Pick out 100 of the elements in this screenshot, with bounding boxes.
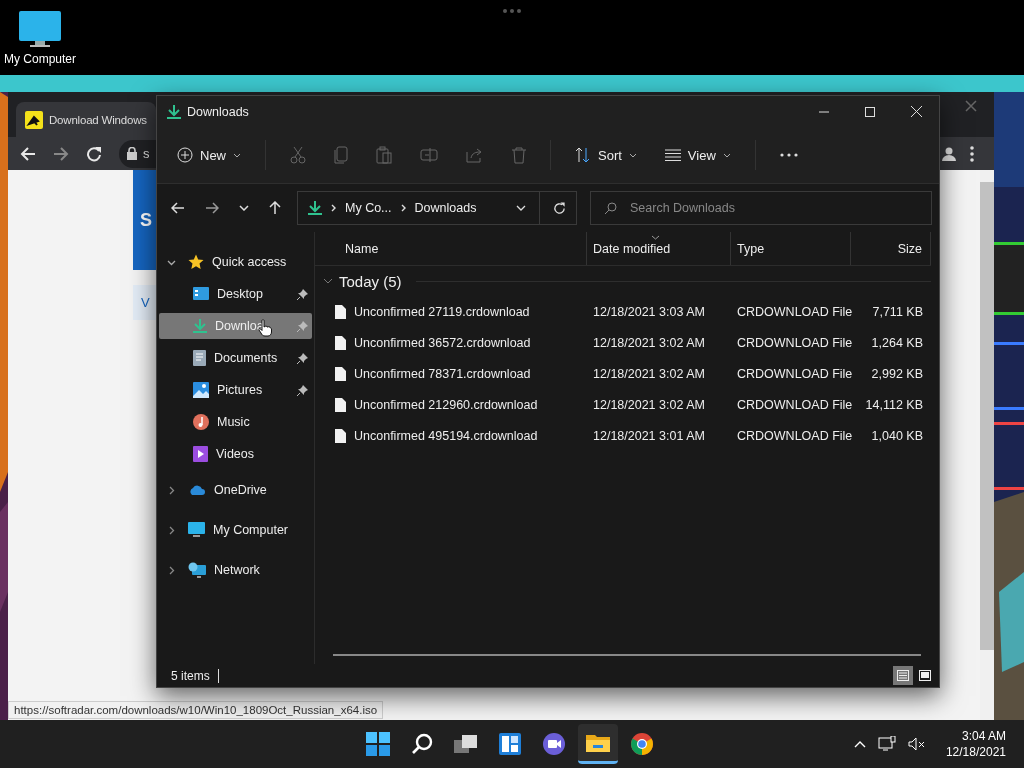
column-header[interactable]: Name	[315, 232, 587, 265]
handle-icon[interactable]	[502, 8, 522, 14]
page-link[interactable]: V	[141, 295, 150, 310]
search-field[interactable]: Search Downloads	[590, 191, 932, 225]
network-icon[interactable]	[877, 736, 896, 752]
address-bar[interactable]: My Co... Downloads	[297, 191, 577, 225]
close-icon[interactable]	[965, 100, 977, 112]
nav-item[interactable]: OneDrive	[157, 470, 314, 510]
file-name[interactable]: Unconfirmed 36572.crdownload	[354, 335, 531, 350]
file-icon	[335, 428, 346, 443]
chevron-icon[interactable]	[167, 485, 176, 495]
chevron-icon[interactable]	[167, 525, 176, 535]
nav-item[interactable]: Desktop	[159, 281, 312, 307]
file-name[interactable]: Unconfirmed 212960.crdownload	[354, 397, 538, 412]
more-icon[interactable]	[779, 153, 798, 157]
back-arrow-icon[interactable]	[171, 202, 185, 214]
nav-item[interactable]: Quick access	[157, 249, 314, 275]
chevron-down-icon[interactable]	[239, 205, 249, 211]
browser-logo-icon	[631, 733, 653, 755]
monitor-icon	[188, 522, 205, 538]
file-name[interactable]: Unconfirmed 495194.crdownload	[354, 428, 538, 443]
chevron-icon[interactable]	[323, 278, 333, 284]
clock[interactable]: 3:04 AM 12/18/2021	[945, 729, 1006, 759]
chevron-icon[interactable]	[167, 565, 176, 575]
desktop-icon	[193, 287, 209, 301]
download-icon	[167, 103, 181, 120]
picture-icon	[193, 382, 209, 398]
plus-circle-icon	[177, 147, 193, 163]
menu-icon[interactable]	[970, 145, 974, 162]
details-icon	[897, 670, 909, 681]
nav-item[interactable]: Network	[157, 550, 314, 590]
trash-icon[interactable]	[512, 146, 526, 164]
forward-arrow-icon[interactable]	[205, 202, 219, 214]
pin-icon[interactable]	[297, 352, 308, 364]
browser-tab[interactable]: Download Windows	[16, 102, 156, 137]
caret-icon	[628, 152, 637, 158]
reload-icon[interactable]	[86, 145, 102, 162]
video-camera-icon	[542, 733, 566, 755]
profile-icon[interactable]	[942, 146, 956, 161]
search-icon	[411, 733, 433, 755]
folder-icon	[586, 732, 610, 753]
table-cell-text: 1,040 KB	[870, 428, 924, 443]
volume-muted-icon[interactable]	[907, 737, 926, 751]
group-header[interactable]: Today (5)	[315, 266, 931, 296]
chevron-right-icon	[400, 204, 406, 212]
breadcrumb-item[interactable]: Downloads	[414, 201, 477, 215]
table-cell-text: 1,264 KB	[870, 335, 924, 350]
clock-time: 3:04 AM	[961, 729, 1006, 743]
window-title: Downloads	[187, 104, 249, 119]
sort-arrows-icon	[575, 147, 591, 163]
file-icon	[335, 366, 346, 381]
search-icon	[604, 202, 617, 215]
star-icon	[188, 254, 204, 270]
table-cell-text: CRDOWNLOAD File	[736, 304, 851, 319]
scrollbar[interactable]	[333, 654, 921, 656]
nav-item[interactable]: My Computer	[157, 510, 314, 550]
sort-button[interactable]: Sort	[575, 143, 637, 167]
new-button[interactable]: New	[177, 143, 241, 167]
lock-icon	[127, 147, 137, 160]
pin-icon[interactable]	[297, 384, 308, 396]
table-cell-text: 7,711 KB	[871, 304, 924, 319]
nav-item[interactable]: Music	[159, 409, 312, 435]
table-cell-text: CRDOWNLOAD File	[736, 366, 851, 381]
refresh-icon[interactable]	[553, 201, 566, 215]
sort-caret-icon	[651, 235, 660, 240]
column-header[interactable]: Size	[851, 232, 931, 265]
cut-icon[interactable]	[290, 146, 306, 164]
nav-item[interactable]: Pictures	[159, 377, 312, 403]
file-name[interactable]: Unconfirmed 78371.crdownload	[354, 366, 531, 381]
download-icon	[308, 200, 322, 216]
file-name[interactable]: Unconfirmed 27119.crdownload	[354, 304, 530, 319]
column-header[interactable]: Type	[731, 232, 851, 265]
chevron-down-icon[interactable]	[516, 205, 526, 211]
up-arrow-icon[interactable]	[269, 201, 281, 215]
chevron-up-icon[interactable]	[853, 740, 866, 748]
pin-icon[interactable]	[297, 288, 308, 300]
clock-date: 12/18/2021	[945, 745, 1006, 759]
video-icon	[193, 446, 208, 462]
back-arrow-icon[interactable]	[20, 145, 36, 162]
address-field[interactable]: s	[119, 139, 156, 168]
table-cell-text: 12/18/2021 3:03 AM	[592, 304, 706, 319]
details-view-button[interactable]	[893, 666, 913, 685]
table-cell-text: CRDOWNLOAD File	[736, 428, 851, 443]
table-cell-text: 12/18/2021 3:01 AM	[592, 428, 706, 443]
nav-item[interactable]: Videos	[159, 441, 312, 467]
table-cell-text: 2,992 KB	[870, 366, 924, 381]
chevron-right-icon	[331, 204, 336, 212]
file-icon	[335, 397, 346, 412]
folder-taskbar-button[interactable]	[578, 724, 618, 764]
breadcrumb-item[interactable]: My Co...	[345, 201, 392, 215]
monitor-icon[interactable]	[18, 10, 62, 48]
tiles-icon	[919, 670, 931, 681]
file-icon	[335, 304, 346, 319]
maximize-icon	[865, 106, 875, 117]
desktop-icon-label[interactable]: My Computer	[4, 52, 76, 66]
network-icon	[188, 561, 206, 579]
forward-arrow-icon[interactable]	[53, 145, 69, 162]
nav-item[interactable]: Documents	[159, 345, 312, 371]
column-header[interactable]: Date modified	[587, 232, 731, 265]
view-button[interactable]: View	[664, 143, 731, 167]
